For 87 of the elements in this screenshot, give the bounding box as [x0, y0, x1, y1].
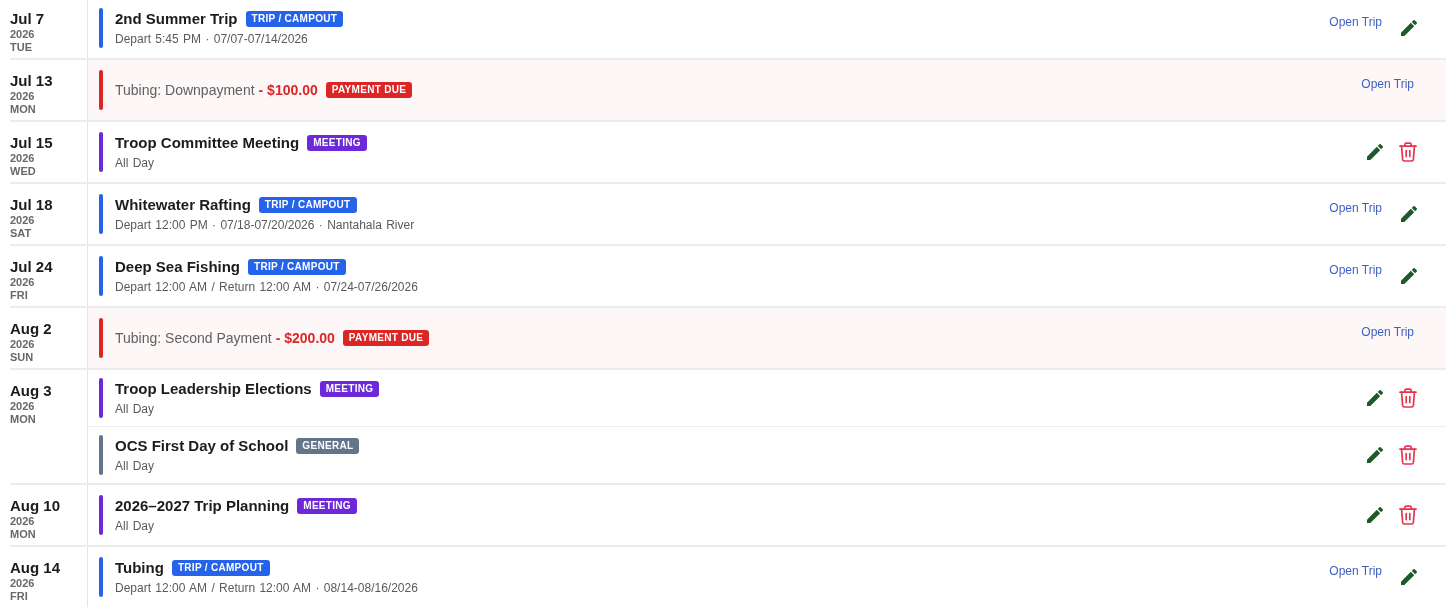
delete-button[interactable]: [1397, 140, 1419, 164]
event-title: 2026–2027 Trip Planning: [115, 497, 290, 514]
weekday-label: MON: [10, 413, 36, 426]
date-label: Jul 24: [10, 258, 53, 276]
pencil-icon: [1401, 569, 1417, 585]
date-label: Jul 13: [10, 72, 53, 90]
year-label: 2026: [10, 152, 35, 165]
pencil-icon: [1367, 390, 1383, 406]
year-label: 2026: [10, 577, 35, 590]
event-details: Depart 12:00 PM · 07/18-07/20/2026 · Nantahala River: [115, 218, 416, 232]
edit-button[interactable]: [1399, 266, 1419, 286]
edit-button[interactable]: [1399, 567, 1419, 587]
category-tag: GENERAL: [296, 437, 360, 454]
edit-button[interactable]: [1365, 142, 1385, 162]
pencil-icon: [1367, 144, 1383, 160]
year-label: 2026: [10, 90, 35, 103]
event-details: Depart 12:00 AM / Return 12:00 AM · 08/14-08/16/2026: [115, 581, 419, 595]
open-trip-link[interactable]: Open Trip: [1361, 324, 1414, 339]
year-label: 2026: [10, 276, 35, 289]
delete-button[interactable]: [1397, 503, 1419, 527]
category-tag: MEETING: [307, 134, 367, 151]
edit-button[interactable]: [1365, 505, 1385, 525]
pencil-icon: [1401, 268, 1417, 284]
event-details: Depart 12:00 AM / Return 12:00 AM · 07/24-07/26/2026: [115, 280, 419, 294]
pencil-icon: [1401, 20, 1417, 36]
weekday-label: MON: [10, 528, 36, 541]
weekday-label: MON: [10, 103, 36, 116]
payment-title: Tubing: Downpayment: [115, 82, 255, 98]
category-tag: TRIP / CAMPOUT: [258, 196, 357, 213]
weekday-label: TUE: [10, 41, 32, 54]
weekday-label: FRI: [10, 289, 28, 302]
edit-button[interactable]: [1365, 388, 1385, 408]
open-trip-link[interactable]: Open Trip: [1361, 76, 1414, 91]
event-title: Troop Leadership Elections: [115, 380, 312, 397]
date-label: Jul 18: [10, 196, 53, 214]
trash-icon: [1399, 388, 1417, 408]
event-title: Deep Sea Fishing: [115, 258, 241, 275]
category-tag: TRIP / CAMPOUT: [171, 559, 270, 576]
payment-title: Tubing: Second Payment: [115, 330, 272, 346]
open-trip-link[interactable]: Open Trip: [1329, 14, 1382, 29]
event-title: OCS First Day of School: [115, 437, 289, 454]
category-tag: TRIP / CAMPOUT: [248, 258, 346, 275]
category-tag: PAYMENT DUE: [325, 82, 413, 98]
delete-button[interactable]: [1397, 386, 1419, 410]
event-details: All Day: [115, 459, 155, 473]
date-label: Aug 14: [10, 559, 60, 577]
date-label: Jul 7: [10, 10, 45, 28]
payment-amount: - $100.00: [258, 82, 318, 98]
open-trip-link[interactable]: Open Trip: [1329, 262, 1382, 277]
pencil-icon: [1401, 206, 1417, 222]
trash-icon: [1399, 445, 1417, 465]
event-title: 2nd Summer Trip: [115, 10, 238, 27]
year-label: 2026: [10, 28, 35, 41]
weekday-label: FRI: [10, 590, 28, 603]
date-label: Aug 10: [10, 497, 60, 515]
category-tag: MEETING: [297, 497, 357, 514]
year-label: 2026: [10, 515, 35, 528]
event-title: Tubing: [115, 559, 164, 576]
category-tag: TRIP / CAMPOUT: [245, 10, 344, 27]
category-tag: PAYMENT DUE: [342, 330, 430, 346]
event-details: Depart 5:45 PM · 07/07-07/14/2026: [115, 32, 309, 46]
event-title: Whitewater Rafting: [115, 196, 251, 213]
weekday-label: SAT: [10, 227, 32, 240]
date-label: Aug 2: [10, 320, 52, 338]
year-label: 2026: [10, 214, 35, 227]
pencil-icon: [1367, 447, 1383, 463]
edit-button[interactable]: [1399, 18, 1419, 38]
date-label: Aug 3: [10, 382, 52, 400]
payment-amount: - $200.00: [275, 330, 335, 346]
open-trip-link[interactable]: Open Trip: [1329, 200, 1382, 215]
delete-button[interactable]: [1397, 443, 1419, 467]
event-details: All Day: [115, 402, 155, 416]
event-details: All Day: [115, 519, 155, 533]
edit-button[interactable]: [1365, 445, 1385, 465]
open-trip-link[interactable]: Open Trip: [1329, 563, 1382, 578]
category-tag: MEETING: [319, 380, 380, 397]
trash-icon: [1399, 505, 1417, 525]
edit-button[interactable]: [1399, 204, 1419, 224]
weekday-label: SUN: [10, 351, 34, 364]
date-label: Jul 15: [10, 134, 53, 152]
pencil-icon: [1367, 507, 1383, 523]
event-details: All Day: [115, 156, 155, 170]
weekday-label: WED: [10, 165, 36, 178]
year-label: 2026: [10, 338, 35, 351]
trash-icon: [1399, 142, 1417, 162]
event-title: Troop Committee Meeting: [115, 134, 300, 151]
year-label: 2026: [10, 400, 35, 413]
